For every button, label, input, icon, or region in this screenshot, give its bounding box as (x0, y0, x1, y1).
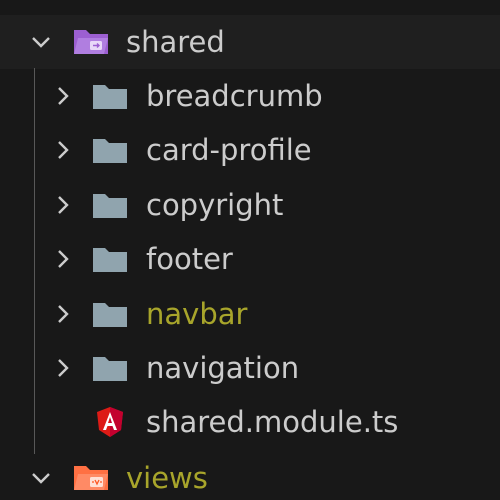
folder-shared-open-icon (72, 26, 110, 56)
tree-item-label: footer (146, 242, 233, 276)
tree-item-folder-navbar[interactable]: navbar (0, 287, 500, 341)
chevron-right-icon[interactable] (52, 85, 74, 107)
tree-item-label: card-profile (146, 133, 312, 167)
chevron-down-icon[interactable] (30, 31, 52, 53)
chevron-down-icon[interactable] (30, 467, 52, 489)
tree-item-folder-footer[interactable]: footer (0, 232, 500, 286)
folder-icon (92, 245, 128, 273)
chevron-right-icon[interactable] (52, 303, 74, 325)
tree-item-label: shared (126, 25, 225, 59)
green-file-icon-partial (92, 0, 106, 4)
folder-icon (92, 191, 128, 219)
tree-item-label: navbar (146, 297, 248, 331)
tree-item-label: breadcrumb (146, 79, 323, 113)
chevron-right-icon[interactable] (52, 357, 74, 379)
angular-icon (95, 406, 125, 438)
folder-views-open-icon (72, 462, 110, 492)
file-explorer-tree: shared breadcrumb card-profile copyright (0, 0, 500, 500)
tree-item-label: navigation (146, 351, 300, 385)
tree-item-folder-copyright[interactable]: copyright (0, 178, 500, 232)
folder-icon (92, 300, 128, 328)
tree-item-folder-navigation[interactable]: navigation (0, 341, 500, 395)
chevron-right-icon[interactable] (52, 139, 74, 161)
chevron-right-icon[interactable] (52, 248, 74, 270)
tree-item-label: copyright (146, 188, 284, 222)
tree-item-file-shared-module[interactable]: shared.module.ts (0, 395, 500, 449)
tree-item-views-folder[interactable]: views (0, 451, 500, 500)
tree-item-label: shared.module.ts (146, 405, 399, 439)
folder-icon (92, 82, 128, 110)
chevron-right-icon[interactable] (52, 194, 74, 216)
tree-item-folder-breadcrumb[interactable]: breadcrumb (0, 69, 500, 123)
tree-item-folder-card-profile[interactable]: card-profile (0, 123, 500, 177)
folder-icon (92, 354, 128, 382)
folder-icon (92, 136, 128, 164)
tree-item-shared-folder[interactable]: shared (0, 15, 500, 69)
tree-item-label: views (126, 461, 208, 495)
